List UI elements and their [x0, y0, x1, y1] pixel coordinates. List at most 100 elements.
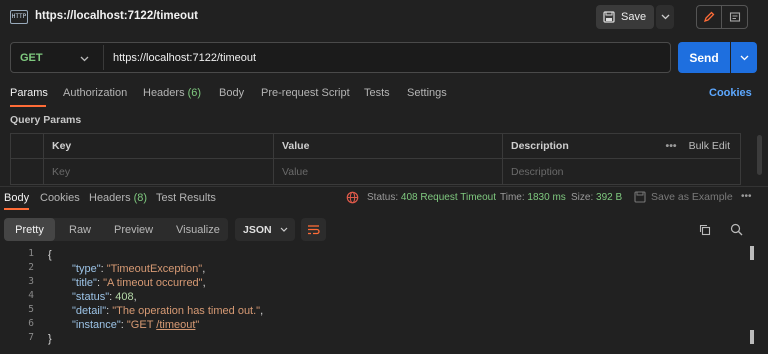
- chevron-down-icon: [280, 227, 288, 232]
- wrap-lines-button[interactable]: [301, 218, 326, 241]
- response-tab-headers[interactable]: Headers (8): [89, 192, 147, 204]
- send-button[interactable]: Send: [678, 42, 730, 73]
- globe-icon[interactable]: [346, 191, 359, 204]
- line-number: 1: [28, 248, 34, 259]
- json-value: "TimeoutException": [106, 263, 203, 275]
- edit-button[interactable]: [696, 5, 722, 29]
- format-select[interactable]: JSON: [235, 218, 295, 241]
- response-status: Status: 408 Request Timeout: [367, 192, 496, 203]
- code-line: {: [48, 248, 52, 262]
- size-label: Size:: [571, 192, 594, 203]
- tab-headers[interactable]: Headers (6): [143, 87, 201, 99]
- json-key: "detail": [72, 305, 107, 317]
- chevron-down-icon[interactable]: [80, 56, 89, 62]
- value-input[interactable]: Value: [274, 159, 503, 185]
- view-pretty-button[interactable]: Pretty: [4, 218, 55, 241]
- response-tab-headers-label: Headers: [89, 192, 131, 204]
- response-time: Time: 1830 ms: [500, 192, 566, 203]
- query-params-heading: Query Params: [10, 114, 82, 126]
- request-scrollbar[interactable]: [757, 135, 762, 175]
- response-body-editor[interactable]: 1 { 2 "type": "TimeoutException", 3 "tit…: [0, 246, 750, 351]
- status-value: 408 Request Timeout: [400, 192, 496, 203]
- table-header-cell: [10, 134, 44, 159]
- response-scrollbar-thumb[interactable]: [750, 330, 754, 344]
- document-icon: [729, 12, 740, 22]
- line-number: 4: [28, 290, 34, 301]
- http-request-icon: HTTP: [10, 10, 28, 24]
- tab-headers-label: Headers: [143, 87, 185, 99]
- tab-body[interactable]: Body: [219, 87, 244, 99]
- search-icon[interactable]: [730, 223, 743, 236]
- request-title[interactable]: https://localhost:7122/timeout: [35, 10, 198, 22]
- divider: [103, 45, 104, 70]
- tab-params[interactable]: Params: [10, 87, 48, 99]
- response-tab-test-results[interactable]: Test Results: [156, 192, 216, 204]
- save-as-example-button[interactable]: Save as Example: [634, 191, 733, 203]
- divider: [0, 186, 768, 187]
- tab-pre-request-script[interactable]: Pre-request Script: [261, 87, 350, 99]
- json-key: "status": [72, 291, 110, 303]
- code-line: "type": "TimeoutException",: [72, 263, 206, 275]
- response-scrollbar-thumb[interactable]: [750, 246, 754, 260]
- response-size: Size: 392 B: [571, 192, 622, 203]
- column-header-description: Description ••• Bulk Edit: [503, 134, 741, 159]
- response-tab-body[interactable]: Body: [4, 192, 29, 204]
- instance-link[interactable]: /timeout: [156, 319, 195, 331]
- json-value: "GET: [126, 319, 157, 331]
- more-options-icon[interactable]: •••: [741, 191, 752, 202]
- line-number: 6: [28, 318, 34, 329]
- response-tab-cookies[interactable]: Cookies: [40, 192, 80, 204]
- json-value: "A timeout occurred": [103, 277, 203, 289]
- json-key: "instance": [72, 319, 121, 331]
- tab-settings[interactable]: Settings: [407, 87, 447, 99]
- chevron-down-icon: [740, 55, 748, 60]
- bulk-edit-button[interactable]: Bulk Edit: [689, 140, 730, 152]
- key-input[interactable]: Key: [44, 159, 274, 185]
- headers-count-badge: (6): [187, 87, 202, 99]
- url-bar: [10, 42, 671, 73]
- code-line: "title": "A timeout occurred",: [72, 277, 206, 289]
- view-visualize-button[interactable]: Visualize: [176, 218, 220, 241]
- copy-icon[interactable]: [699, 224, 711, 236]
- size-value: 392 B: [596, 192, 623, 203]
- url-input[interactable]: https://localhost:7122/timeout: [113, 52, 256, 64]
- view-preview-button[interactable]: Preview: [114, 218, 153, 241]
- save-button[interactable]: Save: [596, 5, 654, 29]
- json-key: "type": [72, 263, 101, 275]
- time-value: 1830 ms: [527, 192, 566, 203]
- json-value: 408: [115, 291, 134, 303]
- save-icon: [603, 11, 615, 23]
- status-label: Status:: [367, 192, 399, 203]
- pencil-icon: [703, 11, 715, 23]
- json-open-brace: {: [48, 249, 52, 261]
- save-label: Save: [621, 11, 647, 23]
- query-params-table: Key Value Description ••• Bulk Edit Key …: [10, 133, 741, 185]
- tab-authorization[interactable]: Authorization: [63, 87, 127, 99]
- line-number: 3: [28, 276, 34, 287]
- code-line: "detail": "The operation has timed out."…: [72, 305, 264, 317]
- code-line: }: [48, 332, 52, 346]
- more-options-icon[interactable]: •••: [666, 140, 677, 152]
- json-key: "title": [72, 277, 97, 289]
- column-header-value: Value: [274, 134, 503, 159]
- cookies-link[interactable]: Cookies: [709, 87, 752, 99]
- save-options-button[interactable]: [656, 5, 674, 29]
- save-as-example-label: Save as Example: [651, 191, 733, 203]
- format-label: JSON: [243, 223, 272, 236]
- view-raw-button[interactable]: Raw: [69, 218, 91, 241]
- code-line: "status": 408,: [72, 291, 137, 303]
- row-checkbox-cell: [10, 159, 44, 185]
- tab-tests[interactable]: Tests: [364, 87, 390, 99]
- active-tab-indicator: [4, 208, 29, 210]
- description-header-label: Description: [511, 140, 569, 152]
- response-headers-count-badge: (8): [133, 192, 148, 204]
- time-label: Time:: [500, 192, 525, 203]
- documentation-button[interactable]: [722, 5, 748, 29]
- description-input[interactable]: Description: [503, 159, 741, 185]
- line-number: 5: [28, 304, 34, 315]
- send-options-button[interactable]: [731, 42, 757, 73]
- method-select[interactable]: GET: [20, 52, 43, 64]
- column-header-key: Key: [44, 134, 274, 159]
- save-icon: [634, 191, 646, 203]
- json-value: "The operation has timed out.": [112, 305, 261, 317]
